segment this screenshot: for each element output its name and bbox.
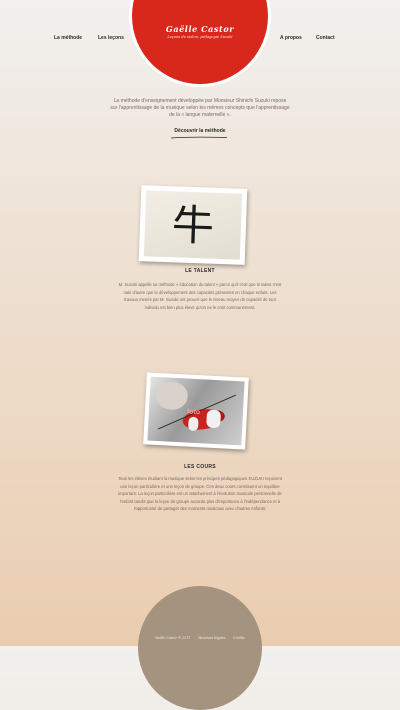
- footer-credits-link[interactable]: Crédits: [233, 636, 245, 640]
- cta-underline: [170, 136, 228, 139]
- section-title-cours: LES COURS: [184, 464, 216, 470]
- nav-a-propos[interactable]: A propos: [280, 35, 302, 41]
- brand-title[interactable]: Gaëlle Castor: [0, 24, 400, 34]
- kanji-character: 牛: [171, 200, 215, 251]
- intro-text: La méthode d'enseignement développée par…: [110, 98, 290, 119]
- footer-copyright: Gaëlle Castor © 2011: [155, 636, 191, 640]
- page: Gaëlle Castor Leçons de violon, pédagogi…: [0, 0, 400, 710]
- discover-method-link[interactable]: Découvrir la méthode: [160, 128, 240, 134]
- section-title-talent: LE TALENT: [185, 268, 215, 274]
- violin-photo: foto: [143, 372, 249, 450]
- footer-circle: [138, 586, 262, 710]
- nav-la-methode[interactable]: La méthode: [54, 35, 82, 41]
- photo-watermark: foto: [186, 408, 201, 417]
- footer-legal-link[interactable]: Mentions légales: [198, 636, 226, 640]
- kanji-photo: 牛: [138, 185, 248, 265]
- section-text-talent: M. Suzuki appelle sa méthode « éducation…: [118, 282, 282, 310]
- brand-logo-circle[interactable]: [132, 0, 268, 84]
- section-text-cours: Tous les élèves étudiant la musique selo…: [118, 476, 282, 512]
- violin-photo-inner: foto: [147, 376, 245, 446]
- nav-contact[interactable]: Contact: [316, 35, 335, 41]
- kanji-photo-inner: 牛: [143, 190, 243, 260]
- nav-les-lecons[interactable]: Les leçons: [98, 35, 124, 41]
